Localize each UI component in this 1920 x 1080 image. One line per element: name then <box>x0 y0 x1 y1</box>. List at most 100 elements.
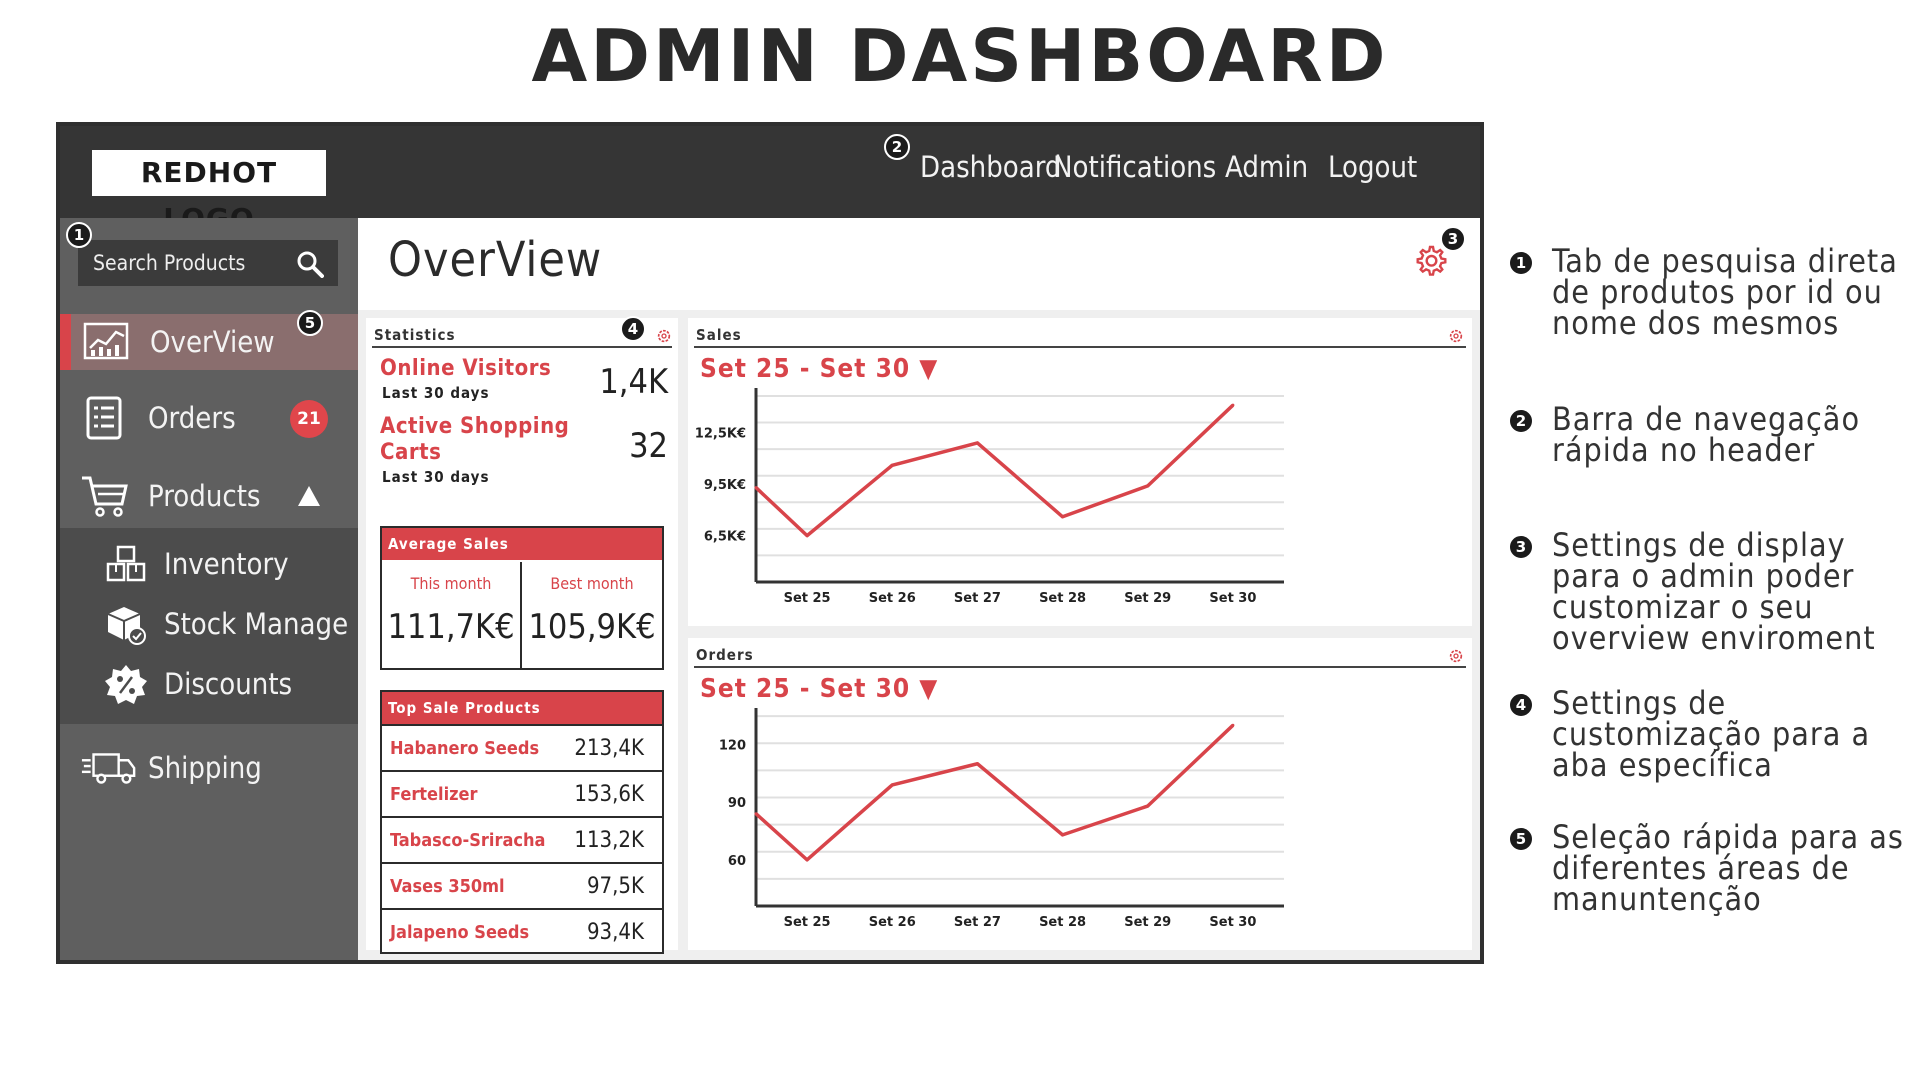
annotation-marker-2: 2 <box>884 134 910 160</box>
legend-marker: 4 <box>1508 692 1534 718</box>
statistics-title: Statistics <box>374 326 456 344</box>
gear-icon[interactable] <box>656 328 672 344</box>
table-row[interactable]: Jalapeno Seeds 93,4K <box>382 908 662 954</box>
orders-line-chart: 120 90 60 Set 25 Set 26 Set 27 Set 28 Set 29 Set… <box>719 708 1284 930</box>
online-visitors-period: Last 30 days <box>382 384 490 402</box>
truck-icon <box>81 753 136 784</box>
nav-logout[interactable]: Logout <box>1328 150 1417 184</box>
sidebar-item-overview[interactable]: OverView 5 <box>60 310 358 370</box>
discount-icon <box>105 665 147 704</box>
series-line <box>754 724 1235 862</box>
sidebar-item-inventory[interactable]: Inventory <box>60 536 358 592</box>
average-sales-box: Average Sales This month 111,7K€ Best mo… <box>380 526 664 670</box>
top-products-title: Top Sale Products <box>382 692 662 724</box>
annotation-marker-1: 1 <box>66 222 92 248</box>
data-point <box>975 441 979 445</box>
x-tick-label: Set 27 <box>954 915 1001 930</box>
y-tick-label: 6,5K€ <box>704 530 746 545</box>
table-row[interactable]: Habanero Seeds 213,4K <box>382 724 662 770</box>
online-visitors-label: Online Visitors <box>380 356 552 381</box>
panel-divider <box>694 346 1466 348</box>
y-tick-label: 120 <box>719 739 746 754</box>
x-tick-label: Set 26 <box>869 591 916 606</box>
products-submenu: Inventory Stock Manage Discounts <box>60 528 358 724</box>
sidebar-item-discounts[interactable]: Discounts <box>60 656 358 712</box>
online-visitors-value: 1,4K <box>599 362 668 402</box>
nav-dashboard[interactable]: Dashboard <box>920 150 1062 184</box>
orders-panel: Orders Set 25 - Set 30 ▼ 120 90 60 Set 25 Se… <box>688 638 1472 950</box>
collapse-arrow-icon[interactable] <box>296 484 322 508</box>
x-tick-label: Set 30 <box>1209 915 1256 930</box>
overview-header: OverView 3 <box>358 218 1480 310</box>
gear-icon[interactable] <box>1448 328 1464 344</box>
product-value: 97,5K <box>586 874 644 899</box>
data-point <box>754 812 758 816</box>
data-point <box>1231 723 1235 727</box>
search-input[interactable]: Search Products <box>78 240 338 286</box>
sidebar-item-orders[interactable]: Orders 21 <box>60 390 358 446</box>
data-point <box>890 463 894 467</box>
product-name: Vases 350ml <box>390 876 505 897</box>
product-value: 93,4K <box>586 920 644 945</box>
this-month-cell: This month 111,7K€ <box>382 562 522 670</box>
table-row[interactable]: Vases 350ml 97,5K <box>382 862 662 908</box>
sales-line-chart: 12,5K€ 9,5K€ 6,5K€ Set 25 Set 26 Set 27 Set 28… <box>695 388 1284 606</box>
data-point <box>975 762 979 766</box>
legend-text: Tab de pesquisa direta de produtos por i… <box>1552 242 1898 342</box>
sales-title: Sales <box>696 326 742 344</box>
sales-date-range-dropdown[interactable]: Set 25 - Set 30 ▼ <box>700 354 938 384</box>
cart-icon <box>82 476 128 517</box>
statistics-content: Statistics 4 Online Visitors Last 30 day… <box>366 316 678 954</box>
header-bar: REDHOT LOGO 2 Dashboard Notifications Ad… <box>60 126 1480 235</box>
sidebar-item-stock-manage[interactable]: Stock Manage <box>60 596 358 652</box>
annotation-marker-5: 5 <box>297 310 323 336</box>
brand-logo[interactable]: REDHOT LOGO <box>92 150 326 235</box>
x-tick-label: Set 30 <box>1209 591 1256 606</box>
sidebar-item-products[interactable]: Products <box>60 468 358 524</box>
orders-date-range-dropdown[interactable]: Set 25 - Set 30 ▼ <box>700 674 938 704</box>
sidebar-item-label: Discounts <box>164 667 293 701</box>
legend-marker: 3 <box>1508 534 1534 560</box>
nav-admin[interactable]: Admin <box>1225 150 1308 184</box>
data-point <box>805 534 809 538</box>
gear-icon[interactable] <box>1448 648 1464 664</box>
search-icon[interactable] <box>296 250 324 278</box>
product-name: Jalapeno Seeds <box>390 922 530 943</box>
gear-icon[interactable] <box>1412 244 1448 280</box>
data-point <box>1146 804 1150 808</box>
product-name: Tabasco-Sriracha <box>390 830 546 851</box>
x-tick-label: Set 25 <box>784 591 831 606</box>
sidebar-item-shipping[interactable]: Shipping <box>60 740 358 796</box>
data-point <box>1061 833 1065 837</box>
boxes-icon <box>106 545 146 582</box>
legend-text: Settings de display para o admin poder c… <box>1552 526 1876 657</box>
data-point <box>1146 484 1150 488</box>
sidebar-item-label: Orders <box>148 401 236 435</box>
sidebar-item-label: Stock Manage <box>164 607 349 641</box>
x-tick-label: Set 25 <box>784 915 831 930</box>
best-month-value: 105,9K€ <box>528 607 656 647</box>
data-point <box>805 858 809 862</box>
y-tick-label: 12,5K€ <box>695 427 746 442</box>
x-tick-label: Set 29 <box>1124 591 1171 606</box>
overview-icon <box>83 322 129 360</box>
x-tick-label: Set 26 <box>869 915 916 930</box>
table-row[interactable]: Tabasco-Sriracha 113,2K <box>382 816 662 862</box>
nav-notifications[interactable]: Notifications <box>1053 150 1216 184</box>
legend-text: Barra de navegação rápida no header <box>1552 400 1861 469</box>
product-name: Fertelizer <box>390 784 478 805</box>
legend-marker: 1 <box>1508 250 1534 276</box>
legend-text: Settings de customização para a aba espe… <box>1552 684 1871 784</box>
legend-text: Seleção rápida para as diferentes áreas … <box>1552 818 1904 918</box>
table-row[interactable]: Fertelizer 153,6K <box>382 770 662 816</box>
data-point <box>754 486 758 490</box>
product-name: Habanero Seeds <box>390 738 540 759</box>
y-tick-label: 9,5K€ <box>704 478 746 493</box>
active-carts-label: Active Shopping Carts <box>380 414 570 465</box>
panel-divider <box>372 346 672 348</box>
data-point <box>1231 403 1235 407</box>
sidebar-item-label: Shipping <box>148 751 262 785</box>
series-line <box>754 403 1235 538</box>
search-placeholder: Search Products <box>93 251 246 275</box>
x-tick-label: Set 27 <box>954 591 1001 606</box>
